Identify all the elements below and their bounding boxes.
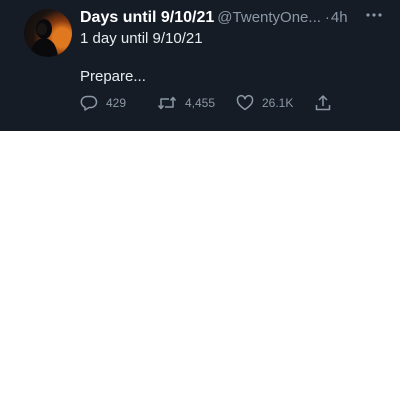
empty-page-area: [0, 131, 400, 400]
heart-icon: [236, 95, 254, 111]
retweet-count: 4,455: [185, 96, 216, 110]
timestamp[interactable]: 4h: [331, 9, 348, 26]
like-button[interactable]: 26.1K: [236, 94, 293, 112]
more-horizontal-icon: [366, 13, 382, 17]
tweet-card[interactable]: Days until 9/10/21 @TwentyOne... ·4h 1 day…: [0, 0, 400, 131]
avatar[interactable]: [24, 9, 72, 57]
reply-count: 429: [106, 96, 127, 110]
share-upload-icon: [315, 95, 331, 111]
reply-bubble-icon: [80, 95, 98, 111]
share-button[interactable]: [314, 94, 332, 112]
retweet-arrows-icon: [157, 96, 177, 110]
more-options-button[interactable]: [364, 8, 384, 22]
user-handle[interactable]: @TwentyOne...: [217, 9, 321, 26]
display-name[interactable]: Days until 9/10/21: [80, 9, 214, 26]
tweet-actions: 429 4,455 26.1K: [80, 94, 340, 112]
like-count: 26.1K: [262, 96, 294, 110]
reply-button[interactable]: 429: [80, 94, 126, 112]
tweet-text-line-1: 1 day until 9/10/21: [80, 30, 203, 47]
avatar-portrait-icon: [30, 19, 58, 57]
retweet-button[interactable]: 4,455: [157, 94, 215, 112]
tweet-text-line-2: Prepare...: [80, 68, 146, 85]
separator-dot: ·: [324, 9, 330, 26]
tweet-header: Days until 9/10/21 @TwentyOne... ·4h: [80, 8, 396, 28]
